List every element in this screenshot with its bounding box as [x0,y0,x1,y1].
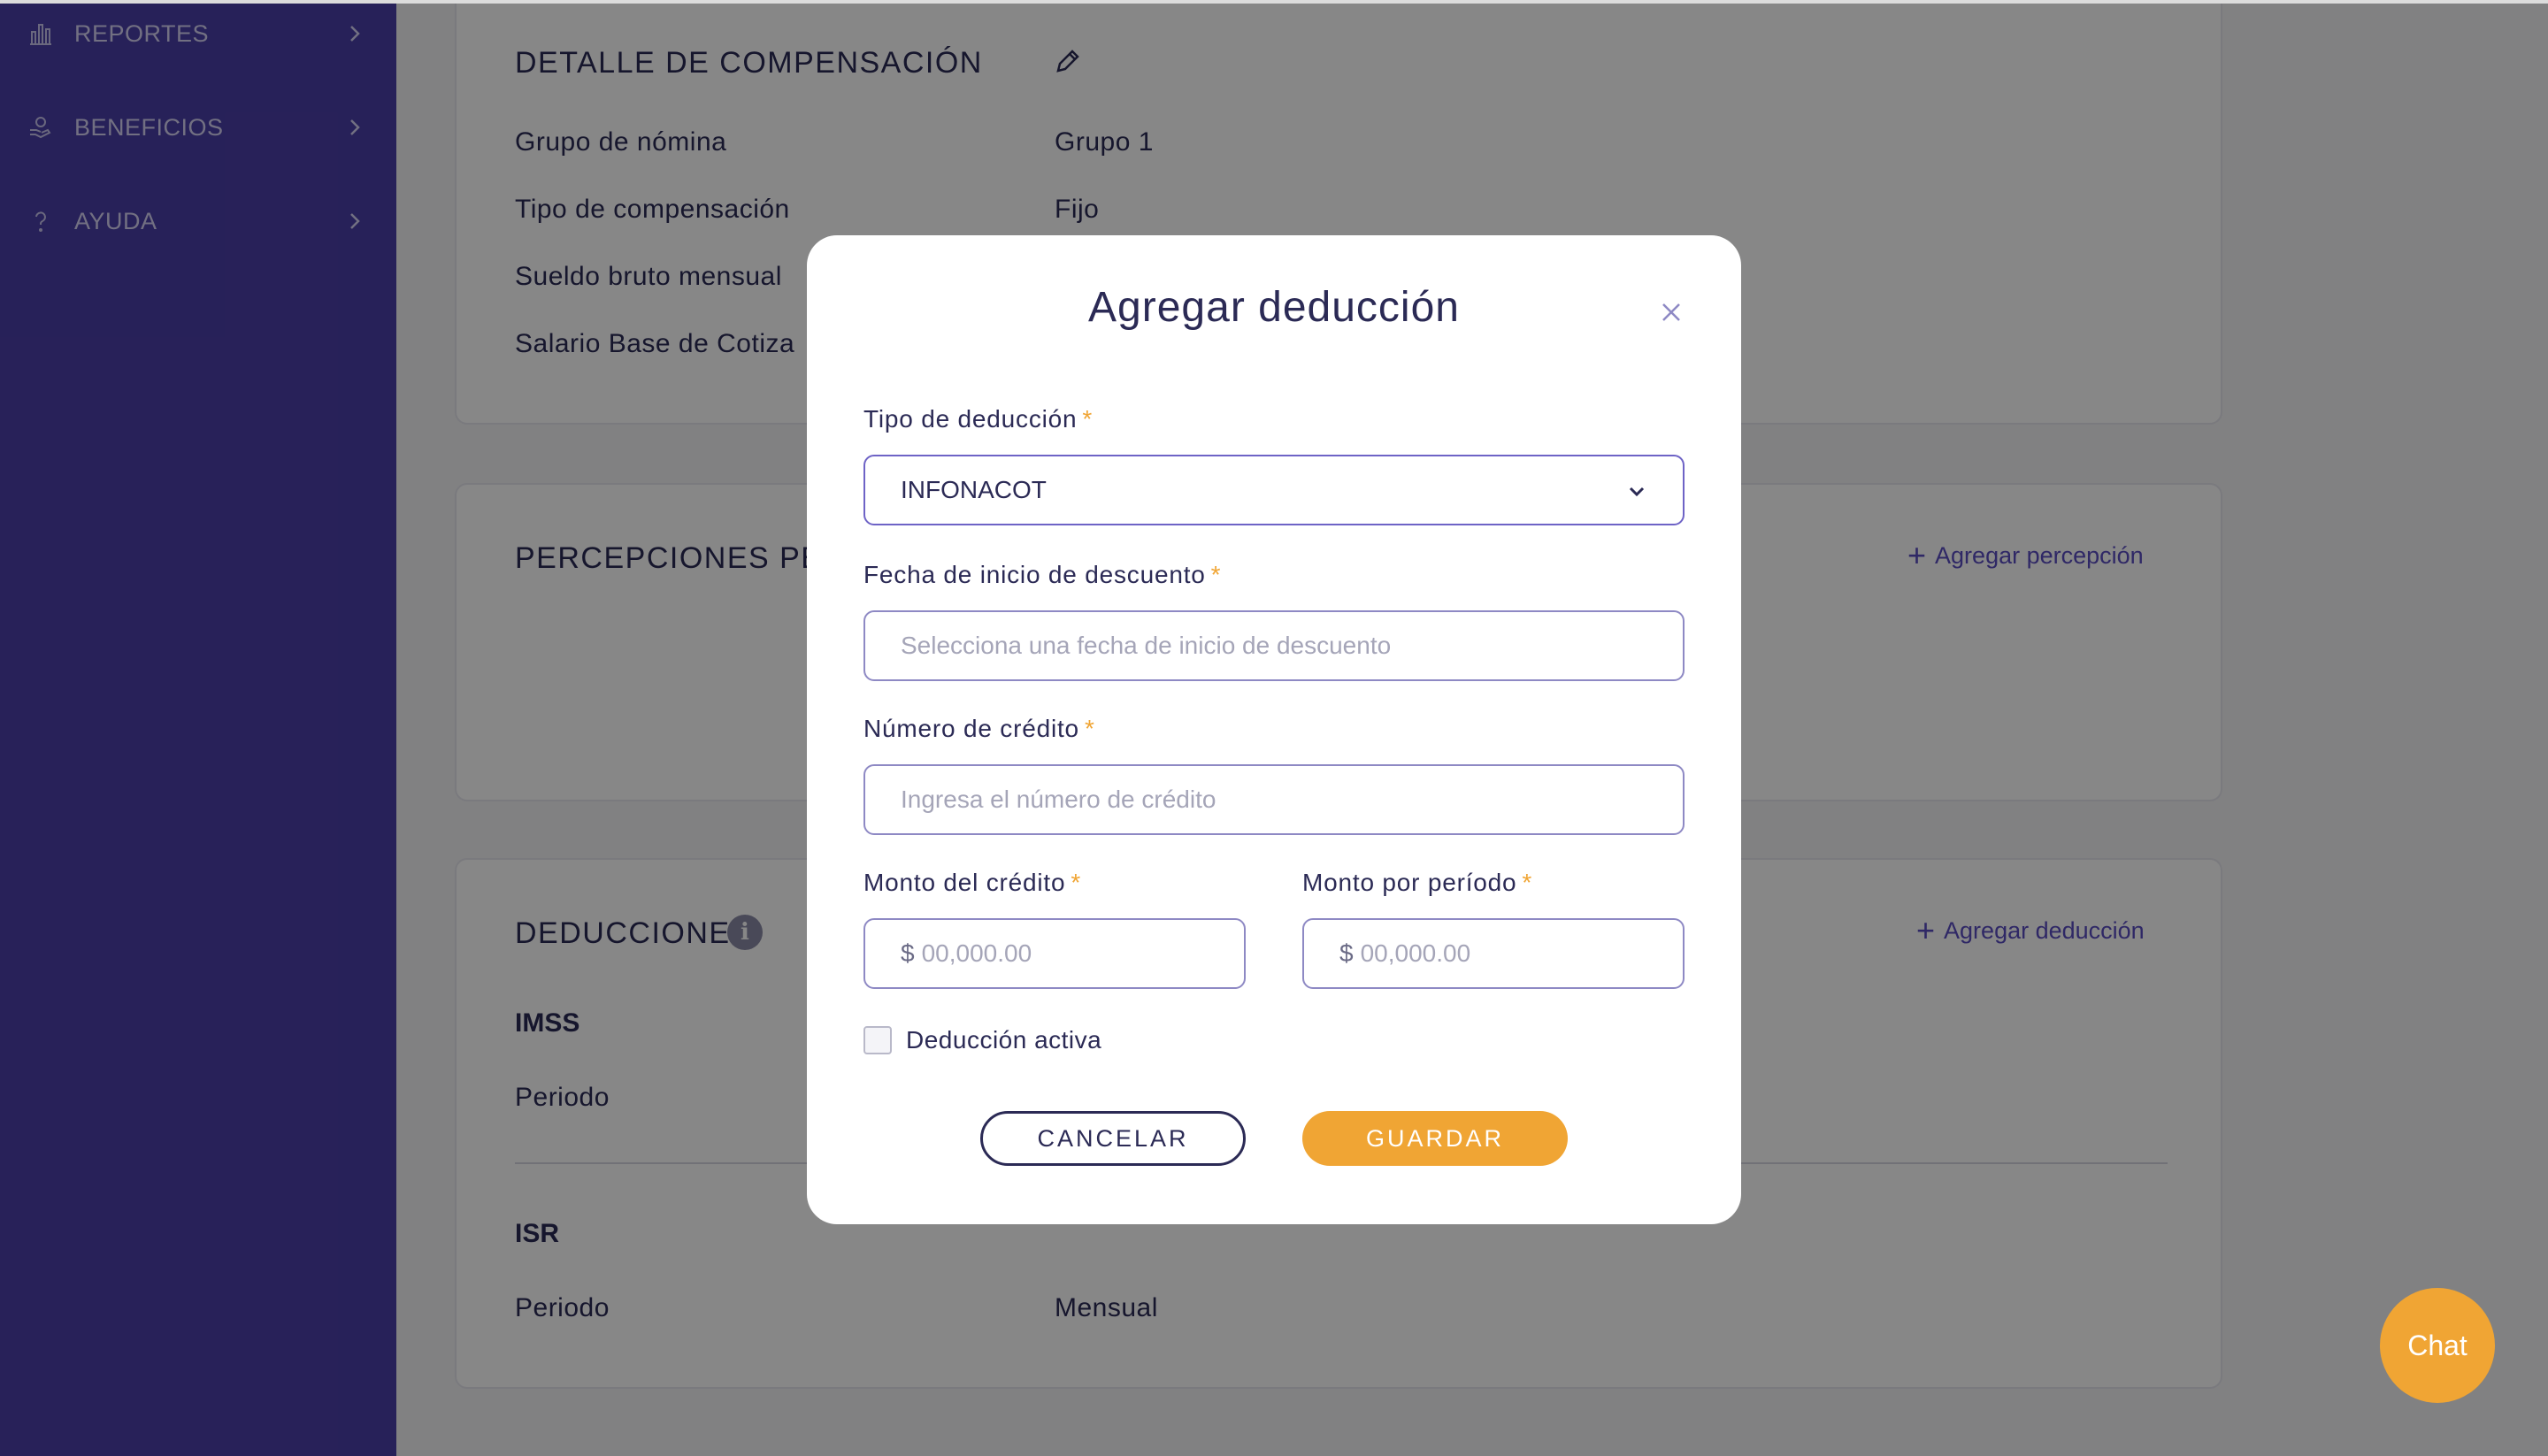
required-asterisk: * [1210,561,1222,588]
required-asterisk: * [1084,715,1095,742]
required-asterisk: * [1522,869,1533,896]
deduction-type-label: Tipo de deducción * [863,405,1094,433]
deduction-type-select[interactable]: INFONACOT [863,455,1685,525]
modal-title: Agregar deducción [1088,284,1460,331]
active-deduction-checkbox[interactable] [863,1026,892,1054]
currency-prefix: $ [901,939,915,967]
required-asterisk: * [1082,405,1094,433]
start-date-label: Fecha de inicio de descuento * [863,561,1222,588]
start-date-placeholder: Selecciona una fecha de inicio de descue… [901,632,1392,659]
cancel-button[interactable]: CANCELAR [980,1111,1246,1166]
close-icon[interactable] [1656,297,1686,327]
credit-number-input[interactable]: Ingresa el número de crédito [863,764,1685,835]
period-amount-placeholder: 00,000.00 [1360,939,1471,967]
period-amount-label: Monto por período * [1302,869,1533,896]
credit-number-label: Número de crédito * [863,715,1095,742]
deduction-type-value: INFONACOT [901,476,1047,503]
active-deduction-label[interactable]: Deducción activa [906,1026,1101,1054]
top-border [0,0,2548,4]
credit-amount-input[interactable]: $ 00,000.00 [863,918,1246,989]
save-button[interactable]: GUARDAR [1302,1111,1568,1166]
period-amount-input[interactable]: $ 00,000.00 [1302,918,1685,989]
chat-button[interactable]: Chat [2380,1288,2495,1403]
chevron-down-icon [1629,487,1645,497]
credit-amount-placeholder: 00,000.00 [921,939,1032,967]
credit-amount-label: Monto del crédito * [863,869,1082,896]
credit-number-placeholder: Ingresa el número de crédito [901,785,1216,813]
required-asterisk: * [1071,869,1082,896]
start-date-input[interactable]: Selecciona una fecha de inicio de descue… [863,610,1685,681]
currency-prefix: $ [1339,939,1354,967]
add-deduction-modal: Agregar deducción Tipo de deducción * INF… [807,235,1741,1224]
